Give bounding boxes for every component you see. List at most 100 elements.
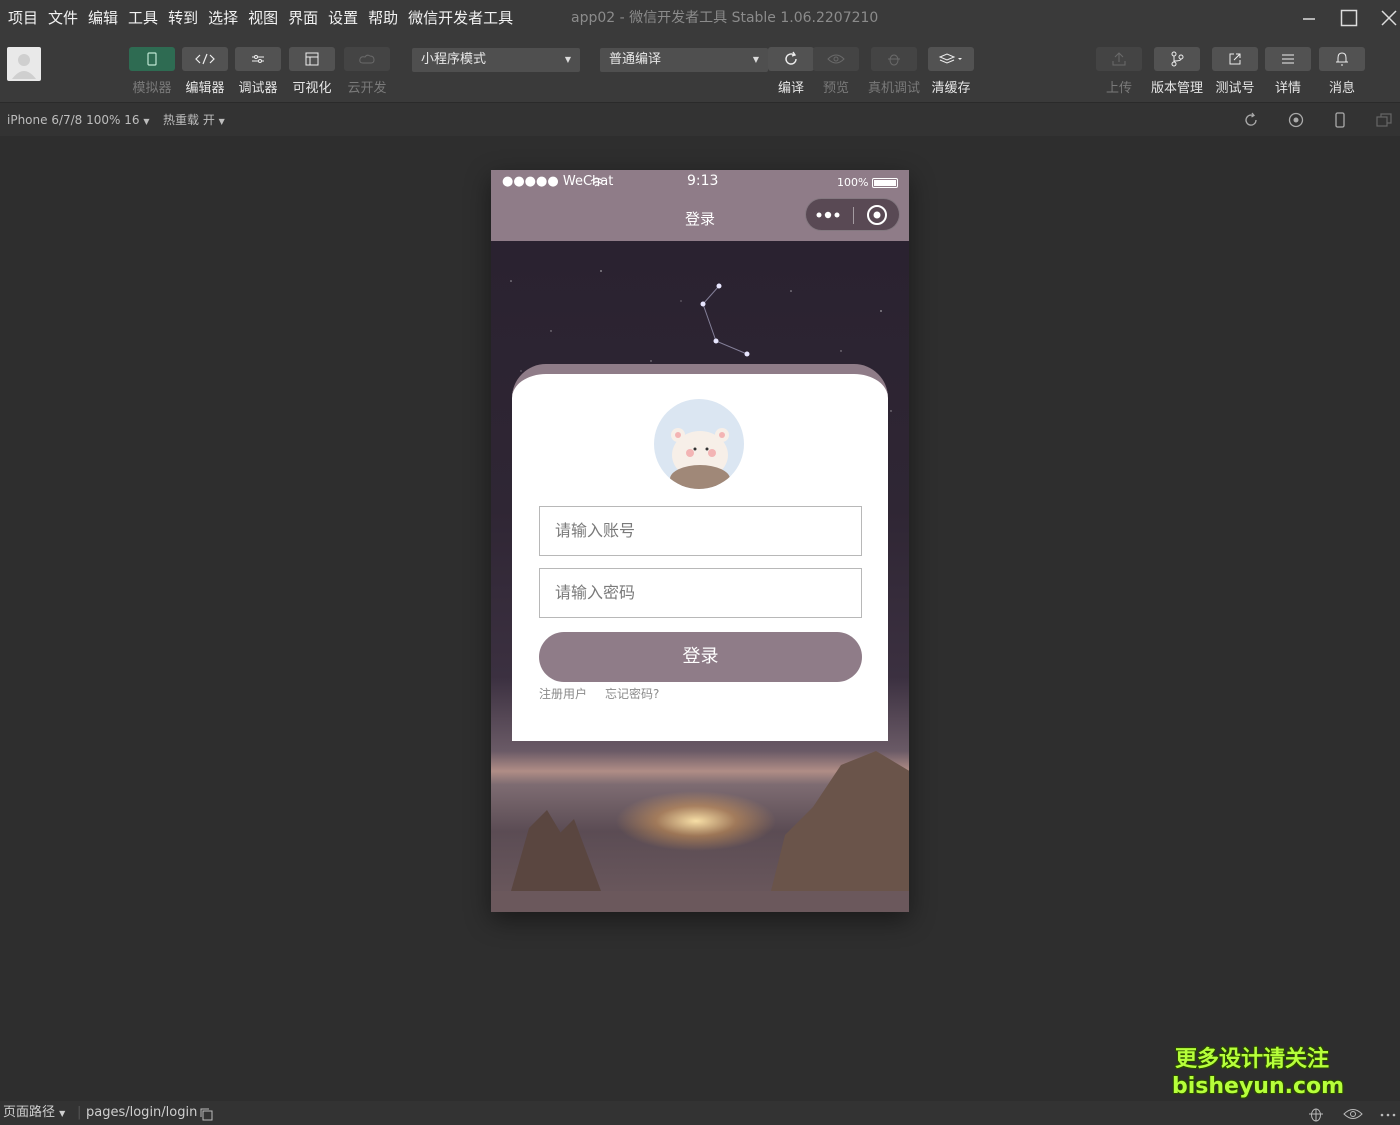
menu-bar: 项目 文件 编辑 工具 转到 选择 视图 界面 设置 帮助 微信开发者工具	[0, 0, 518, 36]
messages-button[interactable]: 消息	[1314, 47, 1370, 96]
chevron-down-icon: ▼	[564, 55, 571, 64]
hot-reload-value: 热重载 开	[163, 113, 215, 127]
close-mini-program-icon[interactable]	[866, 204, 888, 226]
test-account-button[interactable]: 测试号	[1207, 47, 1263, 96]
version-control-button[interactable]: 版本管理	[1149, 47, 1205, 96]
menu-project[interactable]: 项目	[0, 0, 43, 36]
minimize-button[interactable]	[1289, 0, 1329, 36]
menu-file[interactable]: 文件	[43, 0, 83, 36]
simulator-subbar: iPhone 6/7/8 100% 16 ▼ 热重载 开 ▼	[0, 102, 1400, 136]
bottom-status-bar: 页面路径 ▼ | pages/login/login	[0, 1101, 1400, 1125]
password-input[interactable]: 请输入密码	[539, 568, 862, 618]
upload-label: 上传	[1105, 81, 1132, 96]
compile-mode-value: 普通编译	[609, 52, 662, 67]
layout-icon	[305, 52, 319, 66]
chevron-down-icon: ▼	[752, 55, 759, 64]
editor-label: 编辑器	[185, 81, 225, 96]
simulator-label: 模拟器	[132, 81, 172, 96]
bug-icon[interactable]	[1307, 1105, 1325, 1123]
menu-help[interactable]: 帮助	[363, 0, 403, 36]
page-path-select[interactable]: 页面路径 ▼	[3, 1101, 65, 1125]
mode-select[interactable]: 小程序模式 ▼	[412, 48, 580, 72]
layers-icon	[938, 53, 962, 64]
menu-interface[interactable]: 界面	[283, 0, 323, 36]
page-path-value: pages/login/login	[86, 1105, 198, 1120]
rotate-icon[interactable]	[1243, 112, 1259, 128]
maximize-icon	[1340, 9, 1358, 27]
rock-left-image	[511, 810, 601, 891]
sliders-icon	[252, 55, 264, 63]
menu-wechat-devtools[interactable]: 微信开发者工具	[403, 0, 518, 36]
menu-tools[interactable]: 工具	[123, 0, 163, 36]
user-avatar[interactable]	[7, 47, 41, 81]
close-button[interactable]	[1369, 0, 1400, 36]
preview-button[interactable]: 预览	[808, 47, 864, 96]
menu-lines-icon	[1282, 54, 1294, 64]
real-device-debug-button[interactable]: 真机调试	[866, 47, 922, 96]
eye-icon	[827, 54, 845, 64]
menu-edit[interactable]: 编辑	[83, 0, 123, 36]
beach-image	[491, 891, 909, 912]
debugger-label: 调试器	[238, 81, 278, 96]
login-button[interactable]: 登录	[539, 632, 862, 682]
visual-label: 可视化	[292, 81, 332, 96]
register-link[interactable]: 注册用户	[539, 685, 587, 702]
upload-button[interactable]: 上传	[1091, 47, 1147, 96]
status-time: 9:13	[687, 173, 719, 189]
watermark-line1: 更多设计请关注	[1174, 1047, 1329, 1072]
phone-simulator: ●●●●● WeChat 9:13 100% 登录 请输入账号 请输入密码 登录…	[491, 170, 909, 912]
branch-icon	[1171, 51, 1184, 67]
details-button[interactable]: 详情	[1260, 47, 1316, 96]
watermark: 更多设计请关注 bisheyun.com	[1172, 1046, 1345, 1100]
account-input[interactable]: 请输入账号	[539, 506, 862, 556]
editor-button[interactable]: 编辑器	[177, 47, 233, 96]
more-options-icon[interactable]	[1380, 1112, 1396, 1118]
device-select[interactable]: iPhone 6/7/8 100% 16 ▼	[7, 103, 150, 139]
mode-select-value: 小程序模式	[421, 52, 487, 67]
record-icon[interactable]	[1288, 112, 1304, 128]
hot-reload-toggle[interactable]: 热重载 开 ▼	[163, 103, 225, 139]
title-bar: 项目 文件 编辑 工具 转到 选择 视图 界面 设置 帮助 微信开发者工具 ap…	[0, 0, 1400, 36]
page-path-label: 页面路径	[3, 1105, 56, 1120]
bug-icon	[888, 54, 900, 66]
capsule-divider	[853, 207, 854, 224]
close-icon	[1381, 10, 1397, 26]
debugger-button[interactable]: 调试器	[230, 47, 286, 96]
cloud-button[interactable]: 云开发	[339, 47, 395, 96]
clear-cache-button[interactable]: 清缓存	[923, 47, 979, 96]
compile-mode-select[interactable]: 普通编译 ▼	[600, 48, 768, 72]
bear-illustration-icon	[670, 428, 730, 489]
user-icon	[12, 54, 36, 79]
device-frame-icon[interactable]	[1332, 112, 1348, 128]
status-battery-text: 100%	[837, 176, 869, 189]
minimize-icon	[1303, 18, 1315, 20]
window-title: app02 - 微信开发者工具 Stable 1.06.2207210	[571, 10, 879, 26]
simulator-button[interactable]: 模拟器	[124, 47, 180, 96]
visual-button[interactable]: 可视化	[284, 47, 340, 96]
capsule-menu	[805, 198, 900, 231]
toolbar: 模拟器 编辑器 调试器 可视化 云开发 小程序模式 ▼ 普通编译 ▼ 编译 预览…	[0, 36, 1400, 102]
wifi-icon	[590, 178, 604, 187]
watermark-line2: bisheyun.com	[1172, 1074, 1345, 1099]
rock-right-image	[771, 751, 909, 891]
refresh-icon	[785, 51, 797, 65]
code-icon	[195, 53, 215, 65]
menu-select[interactable]: 选择	[203, 0, 243, 36]
user-avatar-image	[654, 399, 744, 489]
more-icon[interactable]	[815, 208, 845, 222]
eye-icon[interactable]	[1343, 1107, 1363, 1121]
cloud-label: 云开发	[347, 81, 387, 96]
menu-view[interactable]: 视图	[243, 0, 283, 36]
forgot-password-link[interactable]: 忘记密码?	[605, 685, 659, 702]
upload-icon	[1112, 52, 1126, 66]
maximize-button[interactable]	[1329, 0, 1369, 36]
login-card: 请输入账号 请输入密码 登录 注册用户 忘记密码?	[512, 364, 888, 741]
mini-program-navbar: ●●●●● WeChat 9:13 100% 登录	[491, 170, 909, 241]
detach-window-icon[interactable]	[1376, 112, 1392, 128]
version-control-label: 版本管理	[1150, 81, 1203, 96]
clear-cache-label: 清缓存	[931, 81, 971, 96]
copy-icon[interactable]	[199, 1107, 213, 1121]
bell-icon	[1336, 52, 1348, 66]
menu-settings[interactable]: 设置	[323, 0, 363, 36]
menu-goto[interactable]: 转到	[163, 0, 203, 36]
